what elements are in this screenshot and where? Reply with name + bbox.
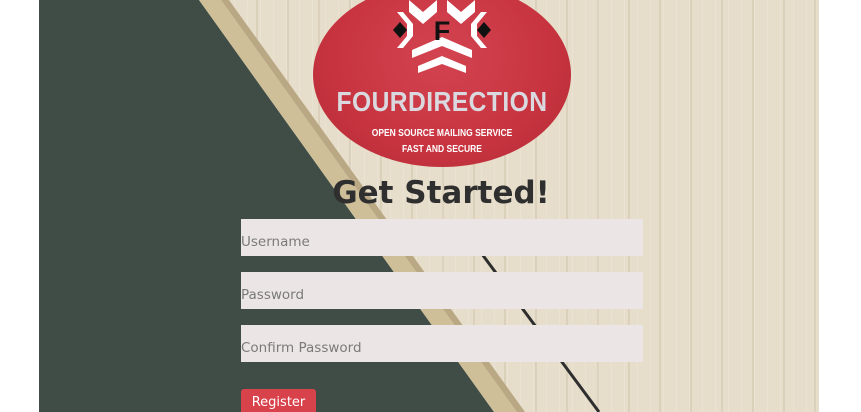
logo-subtitle-line2: FAST AND SECURE — [402, 144, 482, 155]
username-input[interactable] — [241, 219, 643, 256]
register-button[interactable]: Register — [241, 389, 316, 412]
confirm-password-input[interactable] — [241, 325, 643, 362]
logo-title: FOURDIRECTION — [336, 86, 548, 117]
logo-letter: F — [433, 16, 451, 46]
logo-badge: F FOURDIRECTION OPEN SOURCE MAILING SERV… — [313, 0, 571, 167]
register-page: F FOURDIRECTION OPEN SOURCE MAILING SERV… — [0, 0, 861, 412]
logo-subtitle-line1: OPEN SOURCE MAILING SERVICE — [371, 128, 513, 139]
page-title: Get Started! — [332, 175, 550, 211]
password-input[interactable] — [241, 272, 643, 309]
